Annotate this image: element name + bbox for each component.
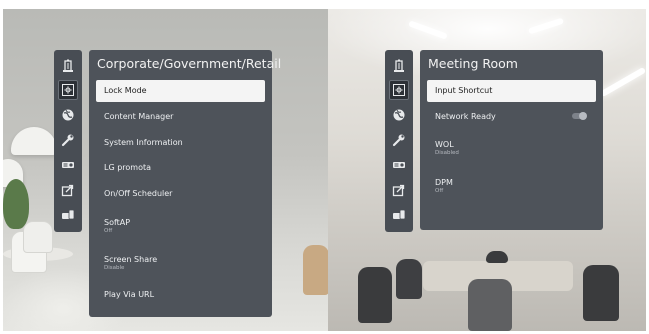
- chair: [583, 265, 619, 321]
- ceiling-light: [599, 66, 646, 98]
- display-settings-icon[interactable]: [58, 80, 78, 100]
- menu-item-wol[interactable]: WOL Disabled: [427, 135, 596, 161]
- panel-title: Meeting Room: [428, 56, 518, 71]
- chair: [303, 245, 328, 295]
- menu-item-dpm[interactable]: DPM Off: [427, 173, 596, 199]
- display-settings-icon[interactable]: [389, 80, 409, 100]
- globe-icon[interactable]: [389, 105, 409, 125]
- chair: [396, 259, 422, 299]
- menu-item-label: Input Shortcut: [435, 86, 493, 95]
- menu-item-lg-promota[interactable]: LG promota: [96, 157, 265, 179]
- ceiling-light: [527, 17, 565, 35]
- plant: [3, 179, 29, 229]
- menu-item-value: Off: [104, 227, 113, 234]
- menu-item-label: Screen Share: [104, 254, 158, 264]
- left-category-sidebar: [54, 50, 82, 232]
- menu-item-label: LG promota: [104, 163, 152, 172]
- menu-item-label: Content Manager: [104, 112, 174, 121]
- menu-item-label: Lock Mode: [104, 86, 147, 95]
- menu-item-on-off-scheduler[interactable]: On/Off Scheduler: [96, 183, 265, 205]
- projector-icon[interactable]: [389, 155, 409, 175]
- share-icon[interactable]: [58, 180, 78, 200]
- device-transfer-icon[interactable]: [389, 205, 409, 225]
- menu-item-screen-share[interactable]: Screen Share Disable: [96, 250, 265, 276]
- menu-item-network-ready[interactable]: Network Ready: [427, 106, 596, 128]
- menu-item-value: Disable: [104, 264, 125, 271]
- projector-icon[interactable]: [58, 155, 78, 175]
- menu-item-lock-mode[interactable]: Lock Mode: [96, 80, 265, 102]
- chair: [23, 221, 53, 253]
- left-settings-panel: Corporate/Government/Retail Lock Mode Co…: [89, 50, 281, 317]
- device-transfer-icon[interactable]: [58, 205, 78, 225]
- menu-item-system-information[interactable]: System Information: [96, 132, 265, 154]
- pendant-lamp: [11, 127, 57, 155]
- globe-icon[interactable]: [58, 105, 78, 125]
- menu-item-label: DPM: [435, 177, 453, 187]
- menu-item-softap[interactable]: SoftAP Off: [96, 213, 265, 239]
- menu-item-input-shortcut[interactable]: Input Shortcut: [427, 80, 596, 102]
- menu-item-value: Off: [435, 187, 444, 194]
- right-category-sidebar: [385, 50, 413, 232]
- menu-item-content-manager[interactable]: Content Manager: [96, 106, 265, 128]
- wrench-icon[interactable]: [389, 130, 409, 150]
- toggle-knob: [579, 112, 587, 120]
- menu-item-label: WOL: [435, 139, 454, 149]
- chair: [358, 267, 392, 323]
- screenshot-stage: Corporate/Government/Retail Lock Mode Co…: [0, 0, 649, 334]
- menu-item-play-via-url[interactable]: Play Via URL: [96, 284, 265, 306]
- ceiling-light: [408, 20, 448, 40]
- menu-item-value: Disabled: [435, 149, 459, 156]
- building-icon[interactable]: [389, 56, 409, 76]
- chair: [468, 279, 512, 331]
- chair: [486, 251, 508, 263]
- wrench-icon[interactable]: [58, 130, 78, 150]
- menu-item-label: System Information: [104, 138, 183, 147]
- network-ready-toggle[interactable]: [572, 112, 587, 120]
- panel-title: Corporate/Government/Retail: [97, 56, 282, 71]
- menu-item-label: SoftAP: [104, 217, 131, 227]
- right-settings-panel: Meeting Room Input Shortcut Network Read…: [420, 50, 603, 230]
- share-icon[interactable]: [389, 180, 409, 200]
- menu-item-label: On/Off Scheduler: [104, 189, 173, 198]
- menu-item-label: Play Via URL: [104, 290, 155, 299]
- building-icon[interactable]: [58, 56, 78, 76]
